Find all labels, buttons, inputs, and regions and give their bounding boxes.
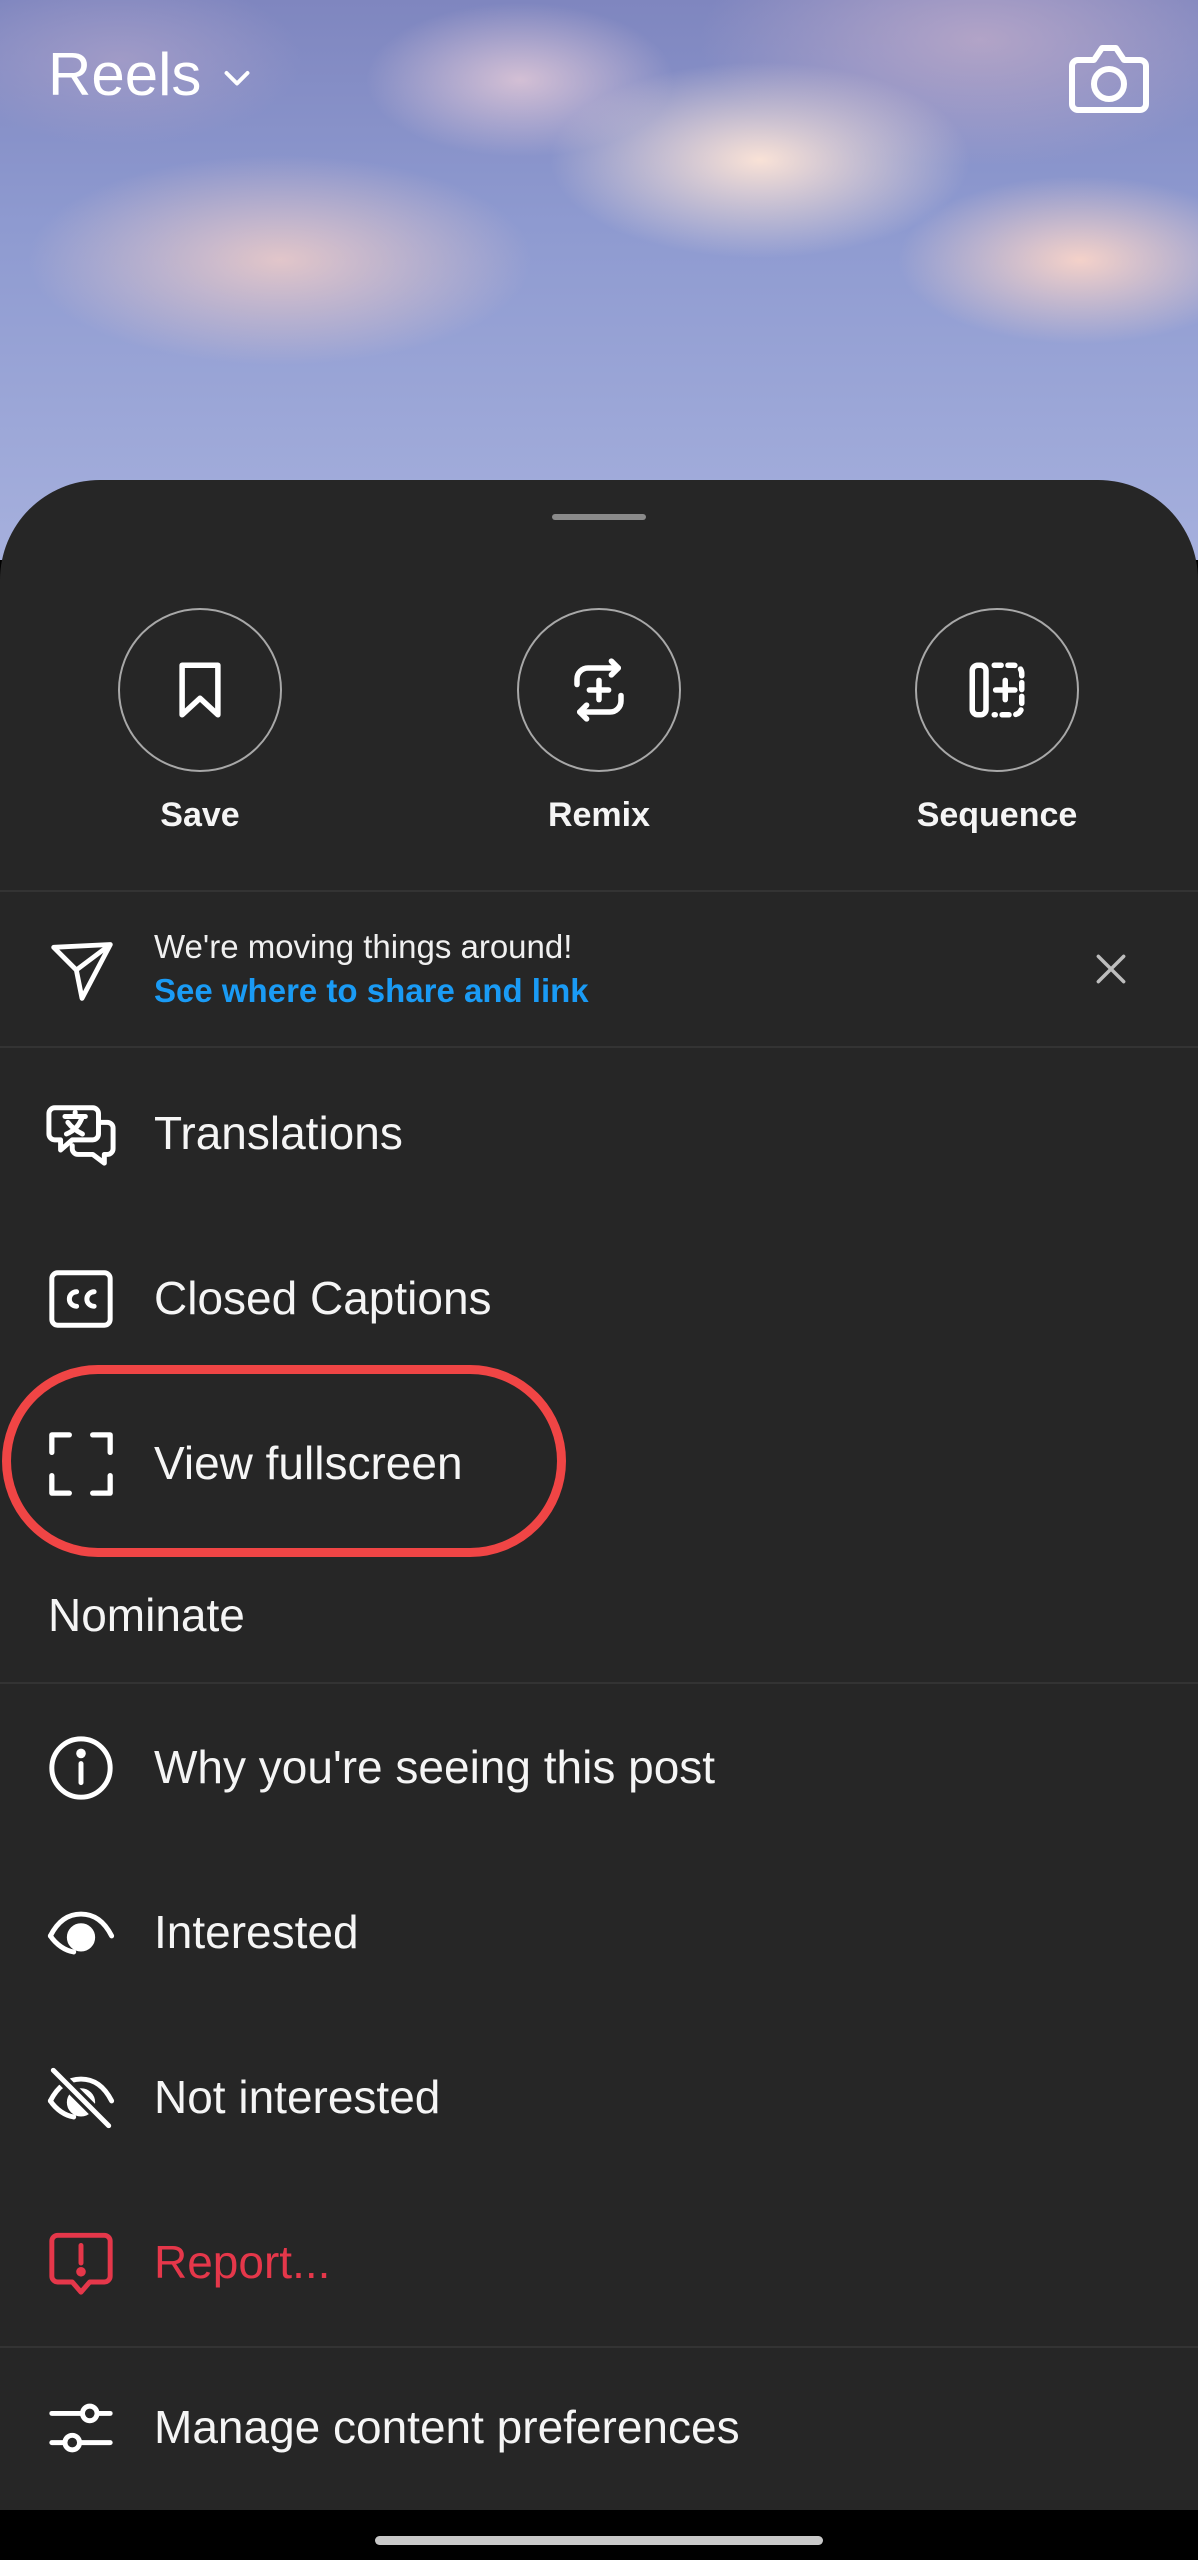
interested-label: Interested: [154, 1906, 359, 1958]
translate-icon: [46, 1105, 116, 1166]
menu-item-closed-captions[interactable]: Closed Captions: [0, 1223, 1198, 1373]
remix-label: Remix: [547, 796, 651, 834]
reels-feed-selector[interactable]: Reels: [48, 40, 255, 109]
reels-title: Reels: [48, 41, 202, 108]
why-seeing-label: Why you're seeing this post: [154, 1741, 716, 1793]
menu-item-view-fullscreen[interactable]: View fullscreen: [0, 1388, 1198, 1538]
manage-preferences-label: Manage content preferences: [154, 2401, 740, 2453]
moving-things-notice: We're moving things around! See where to…: [0, 892, 1198, 1048]
save-button[interactable]: Save: [70, 608, 330, 835]
close-icon[interactable]: [1092, 950, 1130, 988]
divider: [0, 2346, 1198, 2348]
menu-item-why-seeing[interactable]: Why you're seeing this post: [0, 1692, 1198, 1842]
info-icon: [49, 1736, 113, 1800]
sheet-drag-handle[interactable]: [552, 514, 646, 520]
chevron-down-icon: [224, 70, 250, 85]
sequence-circle: [915, 608, 1079, 772]
menu-item-nominate[interactable]: Nominate: [48, 1588, 245, 1642]
closed-captions-label: Closed Captions: [154, 1272, 492, 1324]
menu-item-manage-preferences[interactable]: Manage content preferences: [0, 2352, 1198, 2502]
divider: [0, 1046, 1198, 1048]
sequence-icon: [969, 662, 1025, 718]
options-bottom-sheet: Save Remix Sequence We're moving things …: [0, 480, 1198, 2510]
save-circle: [118, 608, 282, 772]
eye-off-icon: [47, 2064, 115, 2132]
sequence-button[interactable]: Sequence: [867, 608, 1127, 835]
remix-circle: [517, 608, 681, 772]
camera-icon[interactable]: [1066, 38, 1152, 118]
bookmark-icon: [179, 662, 221, 718]
eye-icon: [47, 1911, 115, 1955]
fullscreen-icon: [49, 1432, 113, 1496]
view-fullscreen-label: View fullscreen: [154, 1437, 463, 1489]
menu-item-interested[interactable]: Interested: [0, 1857, 1198, 2007]
send-icon: [51, 942, 113, 1001]
divider: [0, 1682, 1198, 1684]
quick-actions: Save Remix Sequence: [0, 608, 1198, 834]
menu-item-translations[interactable]: Translations: [0, 1058, 1198, 1208]
notice-link[interactable]: See where to share and link: [154, 972, 589, 1010]
menu-item-not-interested[interactable]: Not interested: [0, 2022, 1198, 2172]
sliders-icon: [49, 2403, 113, 2453]
system-nav-bar: [0, 2510, 1198, 2560]
home-gesture-bar[interactable]: [375, 2536, 823, 2545]
top-bar: Reels: [0, 0, 1198, 160]
menu-item-report[interactable]: Report...: [0, 2187, 1198, 2337]
save-label: Save: [160, 796, 240, 834]
report-label: Report...: [154, 2236, 331, 2288]
notice-message: We're moving things around!: [154, 928, 573, 965]
closed-captions-icon: [49, 1270, 113, 1328]
remix-icon: [574, 658, 624, 722]
report-icon: [49, 2232, 113, 2295]
translations-label: Translations: [154, 1107, 403, 1159]
remix-button[interactable]: Remix: [469, 608, 729, 835]
sequence-label: Sequence: [916, 796, 1078, 834]
not-interested-label: Not interested: [154, 2071, 441, 2123]
